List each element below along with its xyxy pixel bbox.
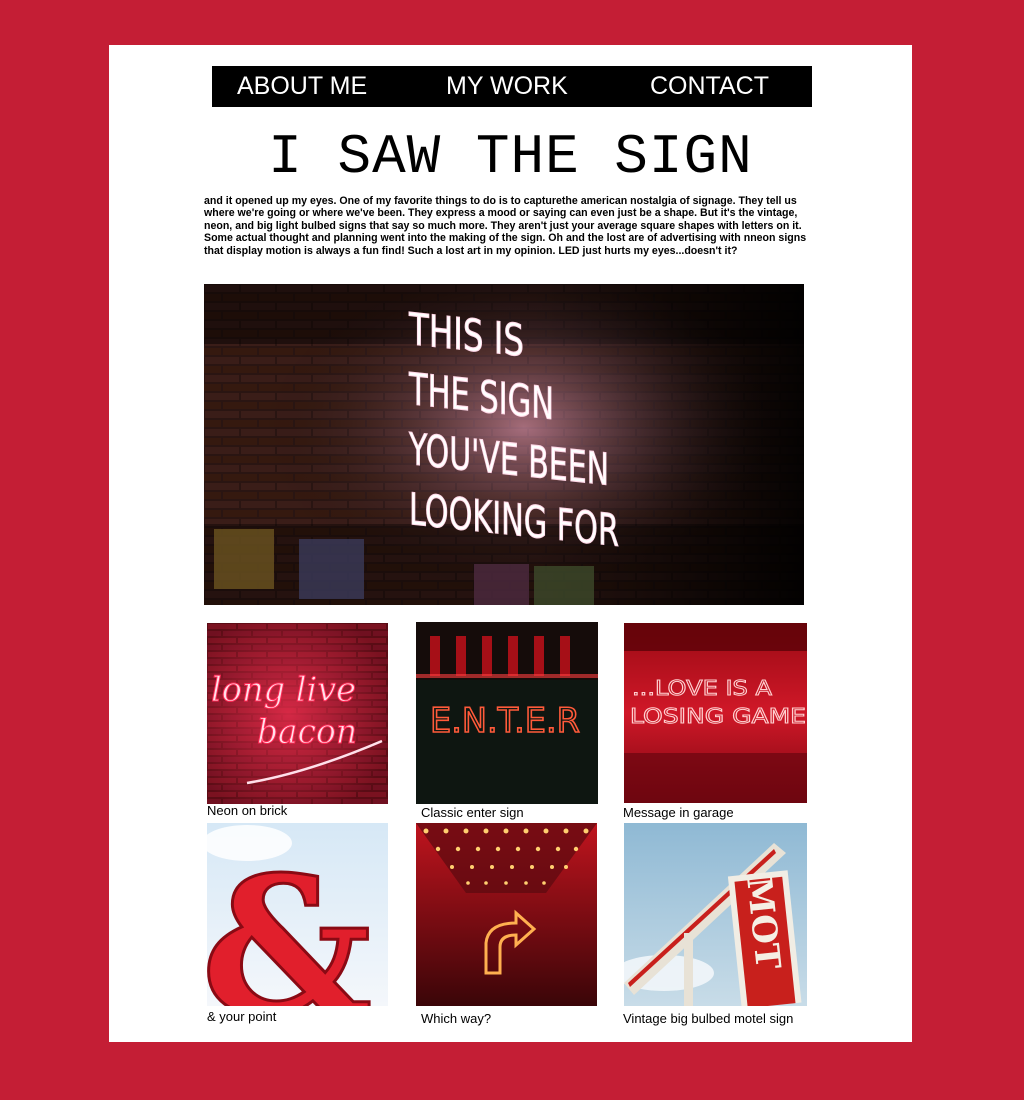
thumb3-sign-line-2: LOSING GAME	[630, 704, 806, 728]
thumb4-sign-text: &	[207, 835, 373, 1006]
thumb3-sign-line-1: ...LOVE IS A	[632, 676, 772, 700]
caption-neon-on-brick: Neon on brick	[207, 803, 288, 818]
hero-neon-image: THIS IS THE SIGN YOU'VE BEEN LOOKING FOR	[204, 284, 804, 605]
intro-paragraph: and it opened up my eyes. One of my favo…	[204, 195, 807, 257]
nav-about-me[interactable]: ABOUT ME	[237, 72, 367, 101]
page-card: ABOUT ME MY WORK CONTACT I SAW THE SIGN …	[109, 45, 912, 1042]
caption-ampersand: & your point	[207, 1009, 277, 1024]
gallery-image-ampersand[interactable]: &	[207, 823, 388, 1006]
gallery-image-enter-sign[interactable]: E.N.T.E.R	[416, 622, 598, 804]
thumb2-sign-text: E.N.T.E.R	[430, 701, 580, 741]
nav-contact[interactable]: CONTACT	[650, 72, 769, 101]
top-nav: ABOUT ME MY WORK CONTACT	[212, 66, 812, 107]
caption-garage-message: Message in garage	[623, 805, 734, 820]
caption-motel-sign: Vintage big bulbed motel sign	[623, 1011, 794, 1026]
thumb1-sign-line-2: bacon	[257, 712, 357, 752]
gallery-image-neon-on-brick[interactable]: long live bacon	[207, 623, 388, 804]
caption-arrow-corridor: Which way?	[421, 1011, 492, 1026]
caption-enter-sign: Classic enter sign	[421, 805, 524, 820]
gallery-image-garage-message[interactable]: ...LOVE IS A LOSING GAME	[624, 623, 807, 803]
gallery-image-motel-sign[interactable]: MOT	[624, 823, 807, 1006]
gallery-image-arrow-corridor[interactable]	[416, 823, 597, 1006]
page-title: I SAW THE SIGN	[268, 125, 753, 189]
nav-my-work[interactable]: MY WORK	[446, 72, 568, 101]
thumb1-sign-line-1: long live	[211, 670, 356, 710]
